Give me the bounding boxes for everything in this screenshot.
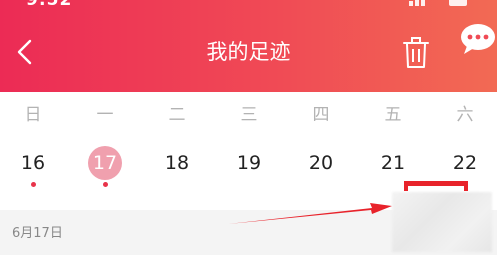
chat-bubble-more-icon (461, 24, 495, 54)
day-number: 16 (20, 152, 46, 174)
annotation-highlight (464, 181, 468, 191)
annotation-highlight (404, 181, 408, 191)
weekday-label: 一 (96, 105, 114, 125)
calendar-day[interactable]: 18 (155, 146, 199, 196)
signal-bar-icon (415, 0, 419, 6)
record-dot (102, 182, 108, 187)
header-bar: 9:52 我的足迹 (0, 0, 497, 92)
signal-bar-icon (409, 1, 413, 6)
weekday-label: 六 (456, 105, 474, 125)
delete-button[interactable] (400, 35, 432, 71)
day-number: 18 (164, 152, 190, 174)
screen: 9:52 我的足迹 日 一 二 三 四 五 六 16 17 18 19 20 2… (0, 0, 497, 255)
calendar-day[interactable]: 16 (11, 146, 55, 196)
message-button[interactable] (458, 22, 497, 56)
signal-bar-icon (421, 0, 425, 6)
day-number: 22 (452, 152, 478, 174)
annotation-highlight (404, 181, 468, 186)
blurred-region (392, 192, 492, 252)
calendar-day[interactable]: 17 (83, 146, 127, 196)
weekday-label: 四 (312, 105, 330, 125)
day-number: 17 (88, 146, 122, 180)
day-number: 20 (308, 152, 334, 174)
weekday-label: 二 (168, 105, 186, 125)
day-number: 21 (380, 152, 406, 174)
weekday-label: 三 (240, 105, 258, 125)
status-time: 9:52 (26, 0, 73, 10)
weekday-label: 五 (384, 105, 402, 125)
status-icons (409, 0, 467, 6)
trash-icon (403, 37, 429, 68)
date-label: 6月17日 (12, 226, 63, 241)
calendar-day[interactable]: 21 (371, 146, 415, 196)
battery-icon (449, 0, 467, 6)
weekday-label: 日 (24, 105, 42, 125)
calendar-day[interactable]: 20 (299, 146, 343, 196)
calendar-day[interactable]: 19 (227, 146, 271, 196)
day-number: 19 (236, 152, 262, 174)
record-dot (30, 182, 36, 187)
